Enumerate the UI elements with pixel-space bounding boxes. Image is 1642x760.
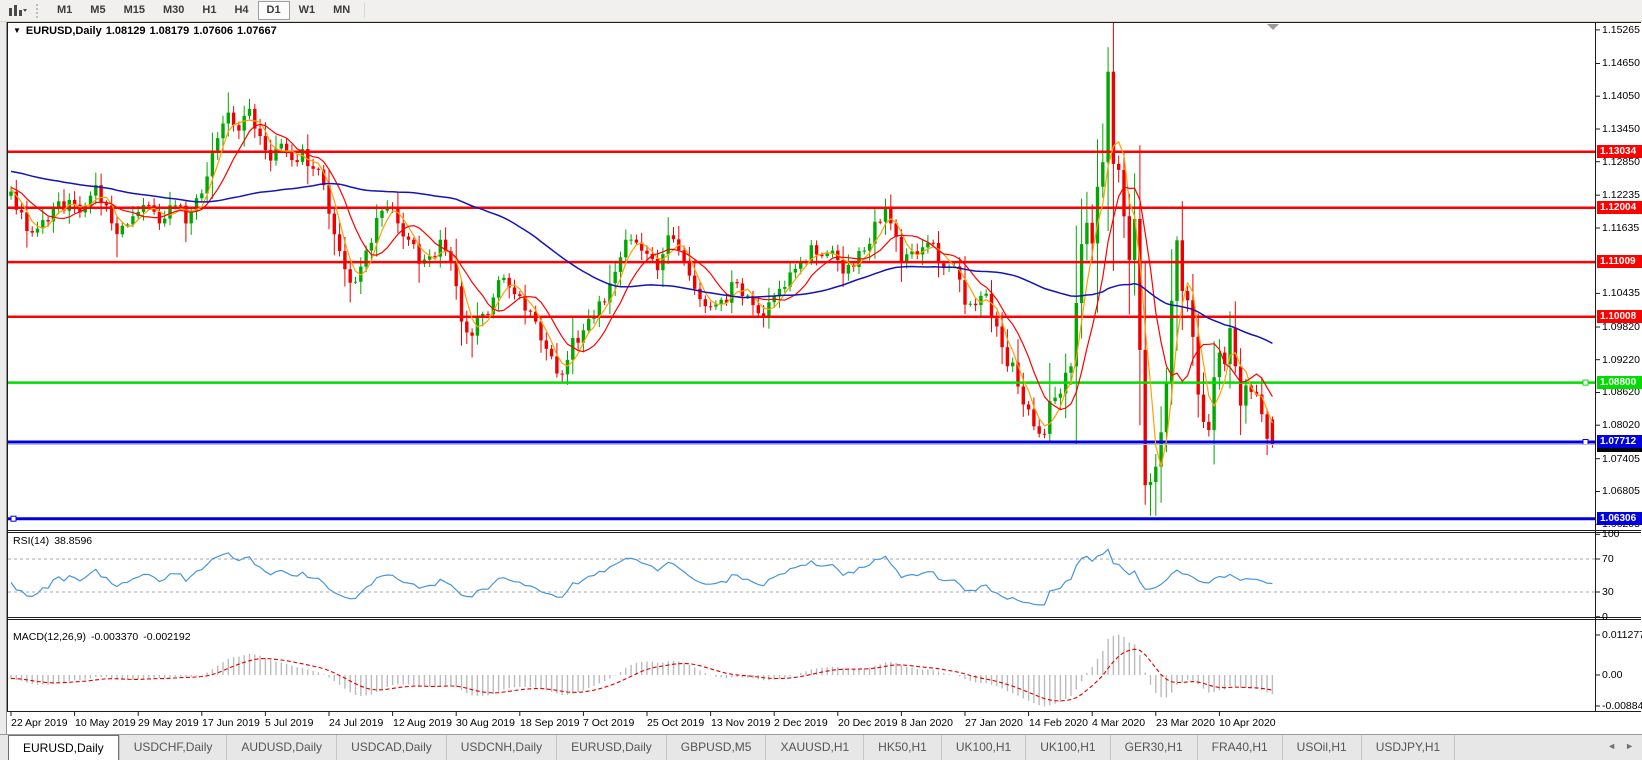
chart-tab-gbpusd-m5[interactable]: GBPUSD,M5 xyxy=(667,735,767,760)
chart-tab-audusd-daily[interactable]: AUDUSD,Daily xyxy=(227,735,337,760)
chart-tab-ger30-h1[interactable]: GER30,H1 xyxy=(1111,735,1198,760)
rsi-line xyxy=(11,549,1272,605)
chart-shift-marker[interactable] xyxy=(1267,24,1279,30)
tab-scroll-right-button[interactable]: ► xyxy=(1625,741,1634,751)
chart-canvas[interactable] xyxy=(0,0,1642,760)
macd-signal-line xyxy=(11,649,1272,701)
tab-scroll-left-button[interactable]: ◄ xyxy=(1607,741,1616,751)
timeframe-button-m30[interactable]: M30 xyxy=(154,1,193,20)
chart-tabs-bar: EURUSD,DailyUSDCHF,DailyAUDUSD,DailyUSDC… xyxy=(0,734,1642,760)
window-left-frame xyxy=(0,21,7,734)
timeframe-button-h4[interactable]: H4 xyxy=(225,1,257,20)
timeframe-button-h1[interactable]: H1 xyxy=(193,1,225,20)
chart-tab-fra40-h1[interactable]: FRA40,H1 xyxy=(1198,735,1283,760)
line-handle[interactable] xyxy=(1583,440,1588,445)
chart-tab-uk100-h1[interactable]: UK100,H1 xyxy=(1026,735,1110,760)
toolbar-grip[interactable] xyxy=(36,4,41,18)
chart-tab-eurusd-daily[interactable]: EURUSD,Daily xyxy=(8,735,119,760)
chart-icon xyxy=(7,4,27,18)
chart-tab-hk50-h1[interactable]: HK50,H1 xyxy=(864,735,942,760)
chart-tab-xauusd-h1[interactable]: XAUUSD,H1 xyxy=(766,735,864,760)
chevron-down-icon xyxy=(23,9,27,12)
toolbar-separator xyxy=(364,3,365,18)
chart-tab-usoil-h1[interactable]: USOil,H1 xyxy=(1283,735,1362,760)
timeframe-toolbar: M1M5M15M30H1H4D1W1MN xyxy=(0,0,1642,22)
hline-1.08800[interactable] xyxy=(8,380,1595,385)
line-handle[interactable] xyxy=(11,516,16,521)
line-handle[interactable] xyxy=(1583,380,1588,385)
chart-tab-usdcnh-daily[interactable]: USDCNH,Daily xyxy=(447,735,557,760)
hline-1.06306[interactable] xyxy=(8,516,1595,521)
chart-tab-eurusd-daily[interactable]: EURUSD,Daily xyxy=(557,735,667,760)
timeframe-button-mn[interactable]: MN xyxy=(324,1,359,20)
hline-1.07712[interactable] xyxy=(8,440,1595,445)
timeframe-button-m5[interactable]: M5 xyxy=(81,1,114,20)
timeframe-button-m1[interactable]: M1 xyxy=(48,1,81,20)
chart-tab-uk100-h1[interactable]: UK100,H1 xyxy=(942,735,1026,760)
chart-tab-usdcad-daily[interactable]: USDCAD,Daily xyxy=(337,735,447,760)
macd-histogram xyxy=(11,635,1272,707)
chart-tab-usdchf-daily[interactable]: USDCHF,Daily xyxy=(119,735,228,760)
timeframe-button-d1[interactable]: D1 xyxy=(258,1,290,20)
chart-type-button[interactable] xyxy=(4,2,30,20)
timeframe-button-m15[interactable]: M15 xyxy=(115,1,154,20)
chart-tab-usdjpy-h1[interactable]: USDJPY,H1 xyxy=(1362,735,1455,760)
candlestick-series xyxy=(9,0,1274,516)
timeframe-button-w1[interactable]: W1 xyxy=(290,1,325,20)
